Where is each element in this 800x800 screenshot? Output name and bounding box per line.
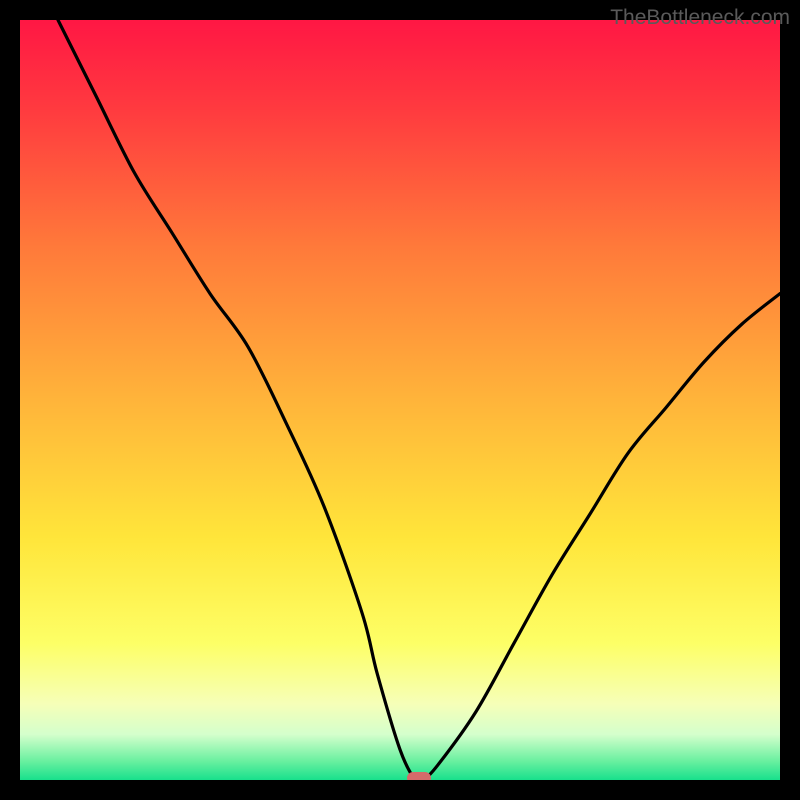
watermark-text: TheBottleneck.com	[610, 6, 790, 30]
optimal-marker	[407, 772, 431, 780]
chart-background	[20, 20, 780, 780]
chart-svg	[20, 20, 780, 780]
chart-plot-area	[20, 20, 780, 780]
